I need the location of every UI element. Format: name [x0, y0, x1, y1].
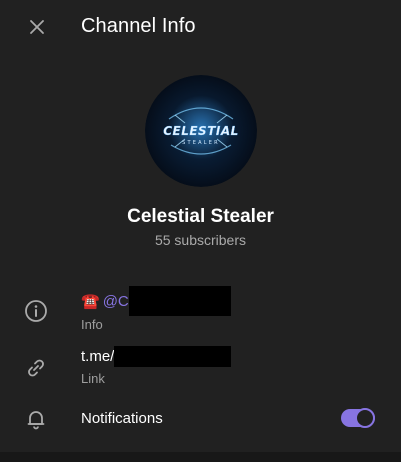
info-mention-visible: C [117, 292, 129, 310]
notifications-toggle[interactable] [341, 408, 375, 428]
avatar-logo-sub-text: STEALER [182, 140, 220, 146]
info-mention-prefix: @ [102, 292, 118, 310]
toggle-knob [355, 408, 375, 428]
close-button[interactable] [21, 11, 53, 43]
link-icon [22, 354, 50, 382]
info-icon [22, 297, 50, 325]
link-prefix: t.me/ [81, 347, 115, 365]
channel-info-panel: Channel Info CELESTIAL STEALER Celestial… [0, 0, 401, 452]
phone-emoji: ☎️ [81, 293, 100, 310]
subscriber-count: 55 subscribers [154, 232, 247, 248]
avatar-logo-image: CELESTIAL STEALER [145, 75, 257, 187]
link-label: Link [81, 371, 105, 386]
channel-avatar[interactable]: CELESTIAL STEALER [145, 75, 257, 187]
bottom-divider [0, 452, 401, 462]
redacted-block [128, 286, 231, 316]
info-value[interactable]: ☎️ @ C [81, 286, 231, 316]
close-icon [30, 20, 44, 34]
info-label: Info [81, 317, 103, 332]
link-value[interactable]: t.me/ [81, 345, 232, 367]
header: Channel Info [0, 0, 401, 54]
page-title: Channel Info [81, 15, 196, 37]
avatar-logo-main-text: CELESTIAL [163, 124, 239, 138]
bell-icon [22, 405, 50, 433]
redacted-block [114, 345, 232, 367]
notifications-label: Notifications [81, 410, 163, 427]
channel-name: Celestial Stealer [127, 206, 274, 227]
